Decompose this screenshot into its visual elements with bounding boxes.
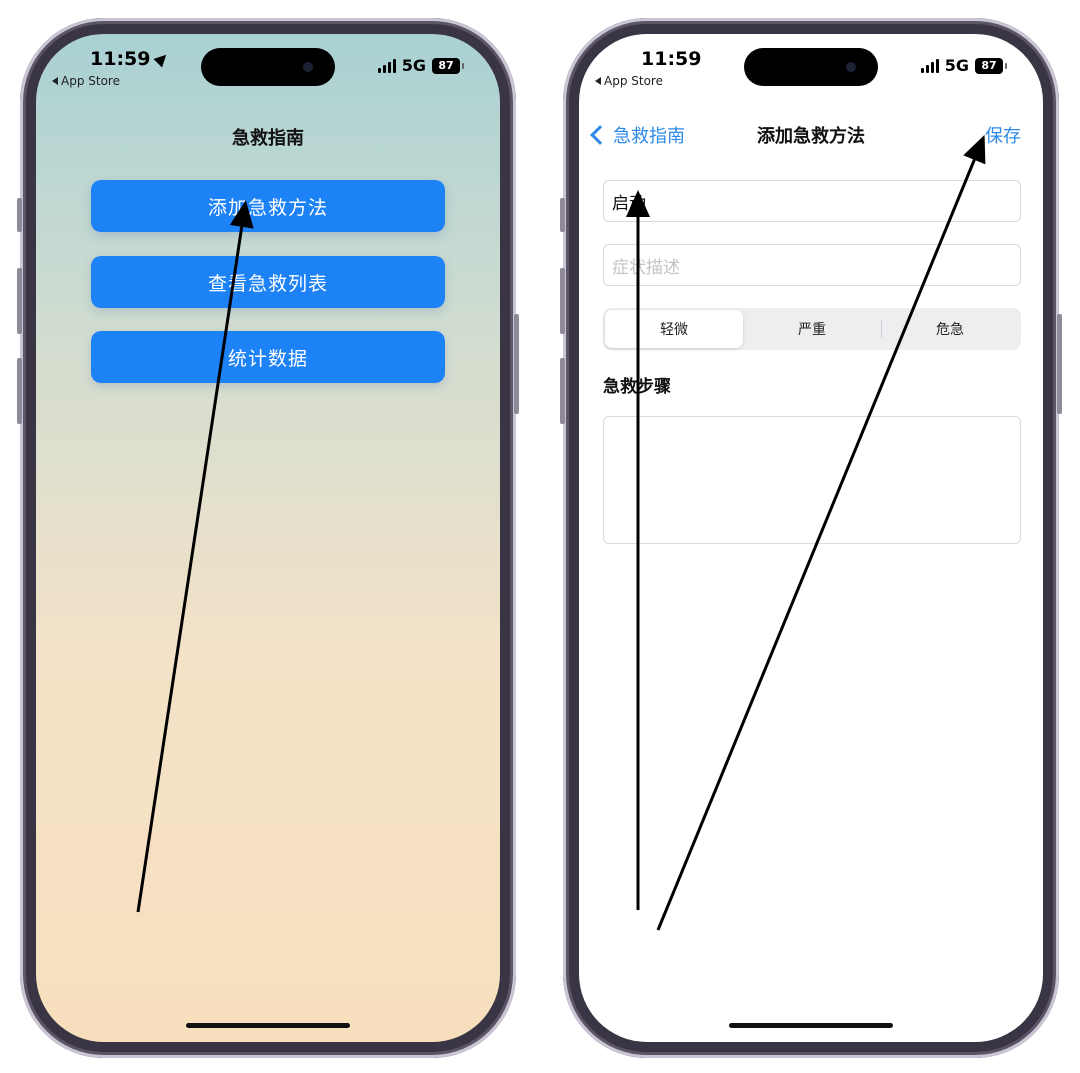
add-method-screen: 11:59 App Store 5G 87 急救指南 添加急救方法 保存 启动 … bbox=[579, 34, 1043, 1042]
battery-icon: 87 bbox=[432, 57, 464, 74]
battery-icon: 87 bbox=[975, 57, 1007, 74]
power-button bbox=[514, 314, 519, 414]
symptom-description-input[interactable]: 症状描述 bbox=[603, 244, 1021, 286]
back-triangle-icon bbox=[595, 77, 601, 85]
severity-option-critical[interactable]: 危急 bbox=[881, 310, 1019, 348]
power-button bbox=[1057, 314, 1062, 414]
volume-down-button bbox=[17, 358, 22, 424]
mute-switch bbox=[17, 198, 22, 232]
camera-icon bbox=[303, 62, 313, 72]
status-time: 11:59 bbox=[90, 48, 171, 70]
severity-option-mild[interactable]: 轻微 bbox=[605, 310, 743, 348]
home-indicator[interactable] bbox=[729, 1023, 893, 1028]
phone-frame-home: 11:59 App Store 5G 87 急救指南 添加急救方法 查看急救列表… bbox=[17, 18, 519, 1058]
camera-icon bbox=[846, 62, 856, 72]
back-to-app-link[interactable]: App Store bbox=[595, 74, 663, 88]
network-label: 5G bbox=[401, 56, 426, 75]
navigation-bar: 急救指南 添加急救方法 保存 bbox=[579, 118, 1043, 158]
steps-textarea[interactable] bbox=[603, 416, 1021, 544]
status-indicators: 5G 87 bbox=[920, 56, 1007, 75]
mute-switch bbox=[560, 198, 565, 232]
status-indicators: 5G 87 bbox=[377, 56, 464, 75]
statistics-button[interactable]: 统计数据 bbox=[91, 331, 445, 383]
signal-bars-icon bbox=[920, 58, 939, 73]
method-name-input[interactable]: 启动 bbox=[603, 180, 1021, 222]
back-triangle-icon bbox=[52, 77, 58, 85]
volume-down-button bbox=[560, 358, 565, 424]
dynamic-island bbox=[744, 48, 878, 86]
page-title: 急救指南 bbox=[232, 128, 304, 149]
severity-segmented-control: 轻微 严重 危急 bbox=[603, 308, 1021, 350]
network-label: 5G bbox=[944, 56, 969, 75]
volume-up-button bbox=[17, 268, 22, 334]
location-arrow-icon bbox=[153, 50, 171, 68]
signal-bars-icon bbox=[377, 58, 396, 73]
home-indicator[interactable] bbox=[186, 1023, 350, 1028]
back-to-app-link[interactable]: App Store bbox=[52, 74, 120, 88]
volume-up-button bbox=[560, 268, 565, 334]
phone-frame-form: 11:59 App Store 5G 87 急救指南 添加急救方法 保存 启动 … bbox=[560, 18, 1062, 1058]
save-button[interactable]: 保存 bbox=[985, 122, 1021, 148]
home-screen: 11:59 App Store 5G 87 急救指南 添加急救方法 查看急救列表… bbox=[36, 34, 500, 1042]
view-first-aid-list-button[interactable]: 查看急救列表 bbox=[91, 256, 445, 308]
status-time: 11:59 bbox=[641, 48, 702, 70]
dynamic-island bbox=[201, 48, 335, 86]
add-first-aid-button[interactable]: 添加急救方法 bbox=[91, 180, 445, 232]
nav-title: 添加急救方法 bbox=[757, 126, 865, 147]
severity-option-severe[interactable]: 严重 bbox=[743, 310, 881, 348]
steps-section-label: 急救步骤 bbox=[603, 377, 671, 397]
